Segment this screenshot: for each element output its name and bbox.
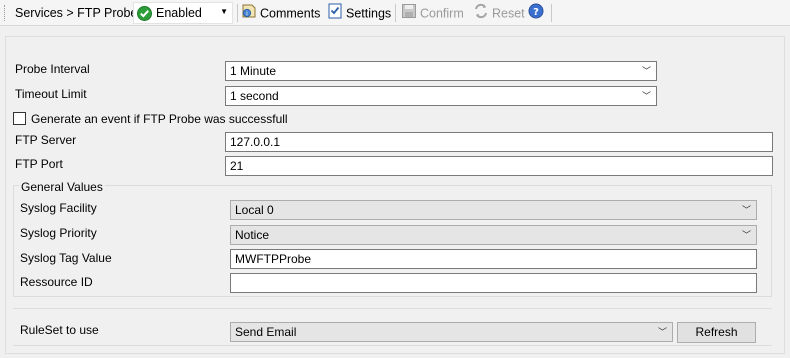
reset-button[interactable]: Reset xyxy=(473,3,525,23)
reset-arrows-icon xyxy=(473,3,489,25)
toolbar-grip[interactable] xyxy=(4,5,7,21)
probe-interval-value: 1 Minute xyxy=(230,64,277,78)
breadcrumb: Services > FTP Probe xyxy=(15,6,138,20)
help-button[interactable]: ? xyxy=(528,3,547,23)
ruleset-divider xyxy=(13,345,772,346)
comments-icon: i xyxy=(241,3,257,25)
general-values-title: General Values xyxy=(19,180,105,194)
chevron-down-icon: ﹀ xyxy=(657,327,667,337)
syslog-priority-select[interactable]: Notice ﹀ xyxy=(230,225,757,245)
help-icon: ? xyxy=(528,3,544,25)
confirm-label: Confirm xyxy=(420,6,464,21)
check-circle-icon xyxy=(137,6,152,24)
ftp-server-input[interactable]: 127.0.0.1 xyxy=(225,132,773,152)
settings-checklist-icon xyxy=(327,3,343,25)
refresh-button[interactable]: Refresh xyxy=(677,322,756,343)
ftp-port-label: FTP Port xyxy=(15,157,63,171)
ftp-port-input[interactable]: 21 xyxy=(225,156,773,176)
toolbar-separator xyxy=(395,4,396,22)
syslog-tag-input[interactable]: MWFTPProbe xyxy=(230,249,757,269)
comments-label: Comments xyxy=(260,6,321,21)
reset-label: Reset xyxy=(492,6,525,21)
syslog-tag-label: Syslog Tag Value xyxy=(20,251,112,265)
event-on-success-checkbox[interactable] xyxy=(13,112,26,125)
status-select[interactable]: Enabled ▼ xyxy=(133,2,233,24)
timeout-limit-select[interactable]: 1 second ﹀ xyxy=(225,86,657,106)
chevron-down-icon: ﹀ xyxy=(741,230,751,240)
syslog-facility-select[interactable]: Local 0 ﹀ xyxy=(230,200,757,220)
ruleset-value: Send Email xyxy=(235,325,297,339)
toolbar-separator xyxy=(237,4,238,22)
ruleset-label: RuleSet to use xyxy=(20,323,99,337)
save-disk-icon xyxy=(401,3,417,25)
settings-button[interactable]: Settings xyxy=(327,3,391,23)
svg-text:?: ? xyxy=(533,7,539,18)
chevron-down-icon: ﹀ xyxy=(641,91,651,101)
syslog-facility-label: Syslog Facility xyxy=(20,201,97,215)
comments-button[interactable]: i Comments xyxy=(241,3,320,23)
probe-interval-select[interactable]: 1 Minute ﹀ xyxy=(225,61,657,81)
confirm-button[interactable]: Confirm xyxy=(401,3,464,23)
status-value: Enabled xyxy=(156,6,202,20)
timeout-limit-value: 1 second xyxy=(230,89,279,103)
chevron-down-icon: ﹀ xyxy=(641,66,651,76)
resource-id-label: Ressource ID xyxy=(20,275,93,289)
ruleset-divider xyxy=(13,308,772,309)
event-on-success-label: Generate an event if FTP Probe was succe… xyxy=(31,112,288,126)
syslog-priority-value: Notice xyxy=(235,228,270,242)
syslog-priority-label: Syslog Priority xyxy=(20,226,97,240)
ruleset-select[interactable]: Send Email ﹀ xyxy=(230,322,673,342)
toolbar-separator xyxy=(551,4,552,22)
resource-id-input[interactable] xyxy=(230,273,757,293)
syslog-facility-value: Local 0 xyxy=(235,203,274,217)
chevron-down-icon: ▼ xyxy=(220,7,228,16)
settings-label: Settings xyxy=(346,6,392,21)
timeout-limit-label: Timeout Limit xyxy=(15,87,87,101)
toolbar: Services > FTP Probe Enabled ▼ i Comment… xyxy=(0,0,790,26)
ftp-server-label: FTP Server xyxy=(15,133,77,147)
chevron-down-icon: ﹀ xyxy=(741,205,751,215)
probe-interval-label: Probe Interval xyxy=(15,62,90,76)
